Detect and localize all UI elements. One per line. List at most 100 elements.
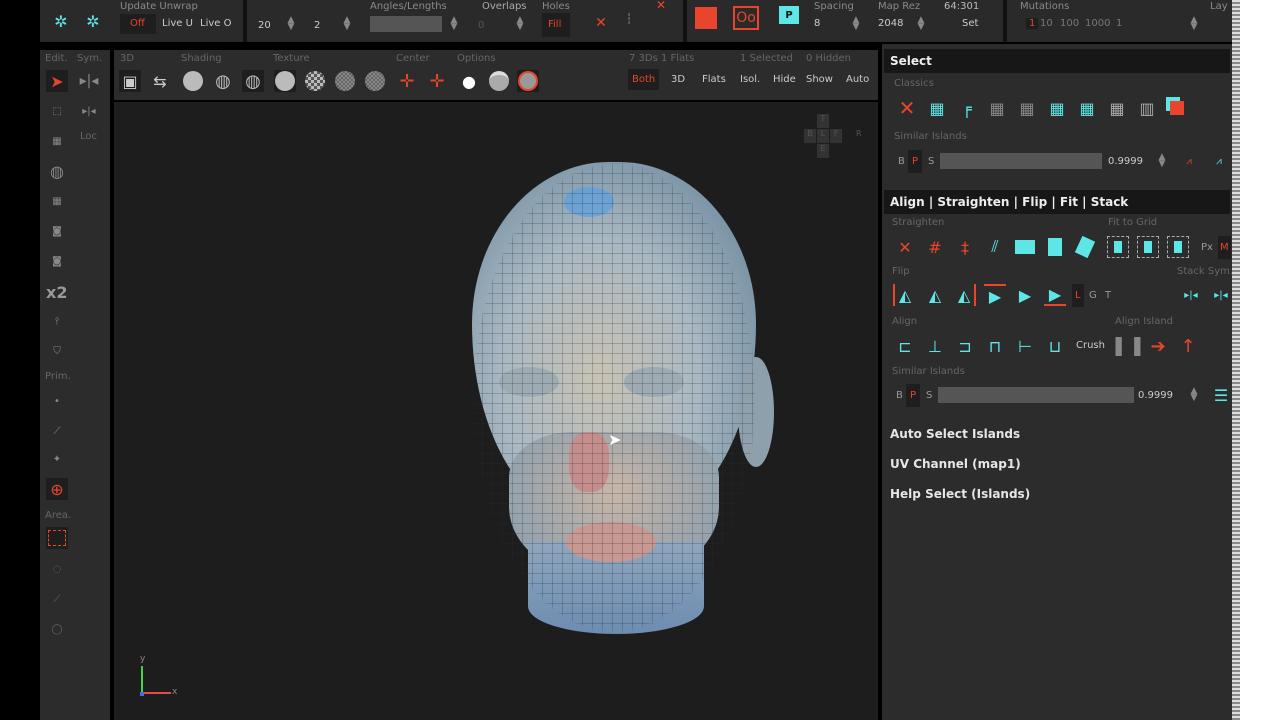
3d-viewport[interactable]: T BLF E R ➤ y x [114,102,878,720]
unwrap-cut-icon[interactable]: ✲ [82,10,104,32]
live-u-button[interactable]: Live U [162,18,193,29]
angles-lengths-field[interactable] [370,16,442,32]
right-edge-scrollbar[interactable] [1232,0,1240,720]
straighten-icon-2[interactable]: # [924,236,946,258]
spacing-value[interactable]: 8 [814,18,820,29]
similar-value-2[interactable]: 0.9999 [1138,390,1173,401]
texture-checker3-icon[interactable] [364,70,386,92]
line-icon[interactable]: ┆ [618,8,640,30]
center-sphere-icon[interactable]: ✛ [426,70,448,92]
unwrap-value-2[interactable]: 2 [314,20,320,31]
straighten-icon-3[interactable]: ‡ [954,236,976,258]
texture-checker-icon[interactable] [304,70,326,92]
remove-icon[interactable]: ✕ [650,0,672,16]
select-similar-icon-2[interactable]: ⩘ [1208,150,1230,172]
cube-left[interactable]: L [817,129,829,143]
similar-slider-2[interactable] [938,387,1134,403]
flip-icon-1[interactable]: ◭ [893,284,915,306]
select-icon-4[interactable]: ▦ [1016,97,1038,119]
light-icon[interactable]: ● [458,70,480,92]
s-toggle-2[interactable]: S [926,390,932,401]
grid-icon-1[interactable] [1014,236,1036,258]
select-icon-2[interactable]: ╒ [956,97,978,119]
fit-grid-icon-3[interactable] [1167,236,1189,258]
live-off-button[interactable]: Off [120,14,156,34]
cube-right[interactable]: R [856,129,862,138]
p-toggle[interactable]: P [908,150,923,173]
spacing-spinner[interactable]: ▲ ▼ [852,16,860,32]
spinner-3[interactable]: ▲ ▼ [450,16,458,32]
select-icon-5[interactable]: ▦ [1046,97,1068,119]
globe-icon[interactable]: ⊕ [46,478,68,500]
show-button[interactable]: Show [806,74,833,85]
pin-tool-icon[interactable]: ⫯ [46,310,68,332]
spinner-1[interactable]: ▲ ▼ [287,16,295,32]
crush-button[interactable]: Crush [1076,340,1105,351]
unwrap-value-1[interactable]: 20 [258,20,271,31]
live-o-button[interactable]: Live O [200,18,231,29]
align-island-icon-2[interactable]: ➔ [1147,335,1169,357]
ratio-value[interactable]: 64:301 [944,1,979,12]
mutation-1[interactable]: 1 [1026,18,1039,29]
both-button[interactable]: Both [628,69,660,90]
auto-select-islands-header[interactable]: Auto Select Islands [890,427,1020,441]
3d-button[interactable]: 3D [671,74,685,85]
b-toggle[interactable]: B [898,156,905,167]
stack-sym-icon-1[interactable]: ▸|◂ [1180,284,1202,306]
map-rez-value[interactable]: 2048 [878,18,903,29]
cube-bottom[interactable]: E [817,144,829,158]
similar-spinner[interactable]: ▲ ▼ [1158,153,1166,169]
flip-icon-5[interactable]: ▶ [1014,284,1036,306]
spinner-4[interactable]: ▲ ▼ [516,16,524,32]
shading-solidwire-icon[interactable]: ◍ [242,70,264,92]
set-button[interactable]: Set [962,18,978,29]
symmetry-icon[interactable]: ▸|◂ [78,70,100,92]
align-right-icon[interactable]: ⊐ [954,335,976,357]
px-toggle[interactable]: Px [1201,242,1213,253]
fit-grid-icon-2[interactable] [1137,236,1159,258]
polygon-icon[interactable]: ▦ [46,190,68,212]
texture-checker2-icon[interactable] [334,70,356,92]
help-select-header[interactable]: Help Select (Islands) [890,487,1030,501]
sphere-grid-icon[interactable]: ◍ [46,160,68,182]
spinner-2[interactable]: ▲ ▼ [343,16,351,32]
fit-grid-icon-1[interactable] [1107,236,1129,258]
select-icon-6[interactable]: ▦ [1076,97,1098,119]
flip-icon-4[interactable]: ▶ [984,284,1006,306]
select-icon-3[interactable]: ▦ [986,97,1008,119]
hide-button[interactable]: Hide [773,74,796,85]
s-toggle[interactable]: S [928,156,934,167]
texture-none-icon[interactable] [274,70,296,92]
swap-view-icon[interactable]: ⇆ [149,70,171,92]
grid-icon-2[interactable] [1044,236,1066,258]
pin-remove-icon[interactable]: ✕ [590,12,612,34]
auto-button[interactable]: Auto [846,74,869,85]
select-similar-icon-1[interactable]: ⩘ [1178,150,1200,172]
align-header[interactable]: Align | Straighten | Flip | Fit | Stack [884,190,1230,214]
shield-icon[interactable]: ⛉ [46,340,68,362]
star-icon[interactable]: ✦ [46,448,68,470]
mutation-10[interactable]: 10 [1040,18,1053,29]
ambient-icon[interactable] [488,70,510,92]
align-vcenter-icon[interactable]: ⊢ [1014,335,1036,357]
select-icon-1[interactable]: ▦ [926,97,948,119]
orient-icon[interactable]: Oo [733,6,759,30]
align-bottom-icon[interactable]: ⊔ [1044,335,1066,357]
select-arrow-icon[interactable]: ➤ [46,70,68,92]
unwrap-icon[interactable]: ✲ [50,10,72,32]
fill-button[interactable]: Fill [542,13,570,37]
similar-spinner-2[interactable]: ▲ ▼ [1190,387,1198,403]
circle-select-icon[interactable]: ◯ [46,618,68,640]
shading-wire-icon[interactable]: ◍ [212,70,234,92]
straighten-icon-4[interactable]: ⫽ [984,236,1006,258]
align-top-icon[interactable]: ⊓ [984,335,1006,357]
flip-t-toggle[interactable]: T [1105,290,1111,301]
straighten-icon-1[interactable]: ✕ [894,236,916,258]
select-icon-7[interactable]: ▦ [1106,97,1128,119]
cube-front[interactable]: F [830,129,842,143]
mutation-100[interactable]: 100 [1060,18,1079,29]
overlaps-value[interactable]: 0 [478,20,484,31]
point-icon[interactable]: • [46,390,68,412]
vertex-icon[interactable]: ◙ [46,250,68,272]
select-icon-8[interactable]: ▥ [1136,97,1158,119]
